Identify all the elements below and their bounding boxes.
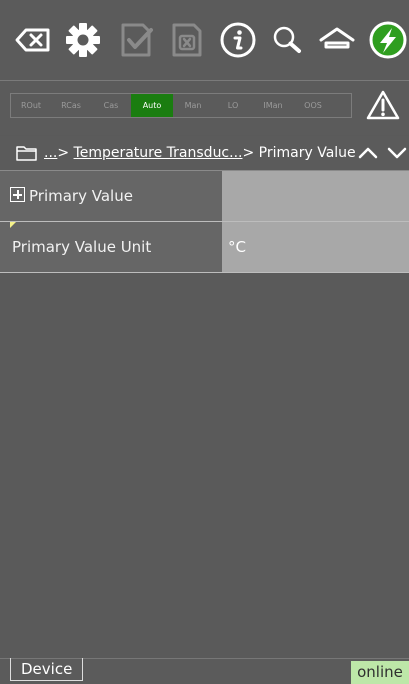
mode-man: Man (184, 101, 202, 110)
connect-icon[interactable] (368, 20, 408, 60)
changed-flag-icon (10, 222, 16, 228)
mode-oos: OOS (304, 101, 322, 110)
close-document-icon[interactable] (168, 20, 206, 60)
info-icon[interactable] (219, 20, 257, 60)
warning-icon[interactable] (366, 89, 400, 121)
mode-cas: Cas (103, 101, 119, 110)
home-icon[interactable] (318, 20, 356, 60)
parameter-label: Primary Value Unit (0, 222, 222, 272)
breadcrumb-separator: > (57, 145, 74, 161)
expand-icon[interactable] (10, 187, 25, 202)
breadcrumb-separator: > (242, 145, 259, 161)
parameter-label: Primary Value (0, 171, 222, 221)
mode-lo: LO (227, 101, 239, 110)
folder-icon[interactable] (16, 145, 38, 161)
mode-strip: ROut RCas Cas Auto Man LO IMan OOS (10, 93, 352, 118)
search-icon[interactable] (269, 20, 307, 60)
parameter-value[interactable]: °C (222, 222, 409, 272)
parameter-list: Primary Value Primary Value Unit °C (0, 171, 409, 273)
mode-row: ROut RCas Cas Auto Man LO IMan OOS (0, 81, 409, 135)
parameter-row-primary-value-unit[interactable]: Primary Value Unit °C (0, 222, 409, 273)
mode-auto: Auto (131, 94, 173, 117)
breadcrumb-path: ...> Temperature Transduc...> Primary Va… (44, 145, 356, 161)
checkmark-document-icon[interactable] (118, 20, 156, 60)
breadcrumb-ellipsis-link[interactable]: ... (44, 145, 57, 161)
mode-rout: ROut (20, 101, 42, 110)
breadcrumb-current: Primary Value (258, 145, 356, 161)
chevron-up-icon[interactable] (357, 145, 379, 161)
chevron-down-icon[interactable] (386, 145, 408, 161)
parameter-label-text: Primary Value (29, 187, 133, 205)
toolbar (0, 0, 409, 81)
parameter-label-text: Primary Value Unit (12, 238, 152, 256)
device-tab[interactable]: Device (10, 658, 84, 681)
status-bar: Device online (0, 658, 409, 684)
gear-icon[interactable] (64, 20, 102, 60)
mode-rcas: RCas (61, 101, 81, 110)
mode-iman: IMan (263, 101, 283, 110)
parameter-value[interactable] (222, 171, 409, 221)
backspace-icon[interactable] (14, 20, 52, 60)
connection-status-badge: online (351, 661, 409, 684)
breadcrumb-temperature-transducer-link[interactable]: Temperature Transduc... (74, 145, 243, 161)
parameter-row-primary-value[interactable]: Primary Value (0, 171, 409, 222)
empty-content-area (0, 273, 409, 658)
breadcrumb: ...> Temperature Transduc...> Primary Va… (0, 136, 409, 171)
